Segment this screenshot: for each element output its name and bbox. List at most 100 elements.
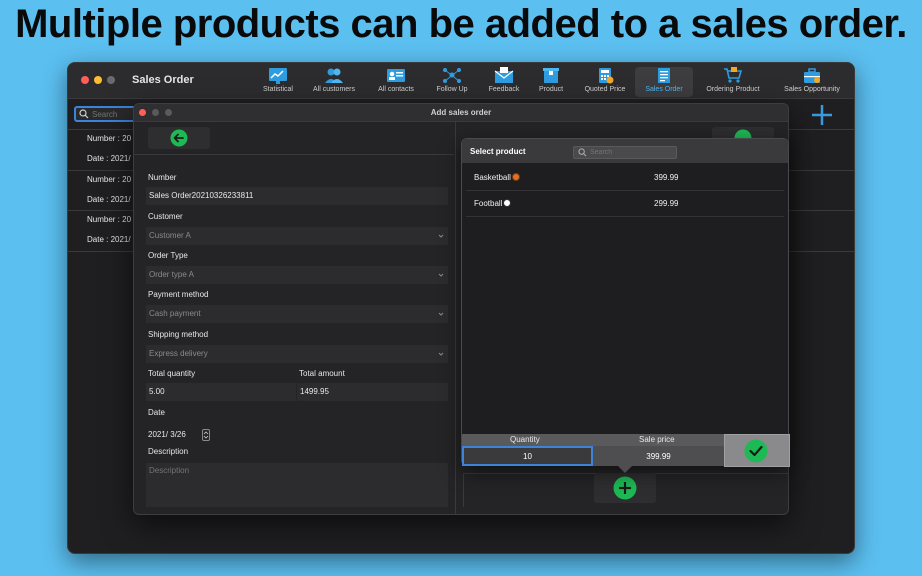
sale-price-label: Sale price — [639, 435, 675, 444]
customer-select[interactable]: Customer A — [146, 227, 448, 245]
sale-price-input[interactable] — [593, 446, 724, 466]
add-product-button[interactable] — [594, 473, 656, 503]
quantity-input[interactable] — [462, 446, 593, 466]
chevron-down-icon — [438, 312, 444, 316]
toolbar-label: Feedback — [488, 86, 520, 93]
toolbar-label: Quoted Price — [584, 86, 626, 93]
customers-icon — [325, 68, 343, 83]
add-order-button[interactable] — [810, 103, 834, 127]
popover-title: Select product — [470, 147, 526, 156]
select-product-popover: Select product Basketball 399.99 Footbal… — [461, 138, 790, 473]
toolbar-quoted-price[interactable]: Quoted Price — [580, 67, 630, 97]
toolbar-sales-order[interactable]: Sales Order — [635, 67, 693, 97]
toolbar-label: Product — [538, 86, 564, 93]
product-name: Basketball — [474, 173, 520, 182]
shipping-method-label: Shipping method — [148, 330, 209, 339]
chevron-down-icon — [438, 234, 444, 238]
total-quantity-label: Total quantity — [148, 369, 196, 378]
contacts-icon — [387, 69, 405, 82]
toolbar-product[interactable]: Product — [534, 67, 568, 97]
headline: Multiple products can be added to a sale… — [15, 2, 907, 46]
date-stepper[interactable] — [202, 429, 210, 441]
popover-pointer — [618, 466, 632, 473]
feedback-icon — [494, 67, 514, 83]
search-icon — [578, 148, 587, 157]
chevron-down-icon — [438, 273, 444, 277]
product-search-input[interactable] — [590, 147, 670, 158]
stepper-arrows-icon — [203, 431, 209, 439]
total-amount-field[interactable]: 1499.95 — [297, 383, 448, 401]
divider — [134, 154, 454, 155]
product-price: 399.99 — [654, 173, 679, 182]
payment-method-value: Cash payment — [149, 309, 201, 318]
toolbar-statistical[interactable]: Statistical — [256, 67, 300, 97]
zoom-window-button[interactable] — [107, 76, 115, 84]
chart-icon — [269, 68, 287, 84]
order-type-label: Order Type — [148, 251, 188, 260]
total-amount-label: Total amount — [299, 369, 345, 378]
confirm-product-button[interactable] — [724, 434, 790, 467]
payment-method-select[interactable]: Cash payment — [146, 305, 448, 323]
order-number[interactable]: Number : 20 — [68, 129, 138, 149]
product-search-field[interactable] — [573, 146, 677, 159]
toolbar-label: Sales Opportunity — [784, 86, 840, 93]
add-window-title: Add sales order — [430, 108, 492, 117]
shipping-method-select[interactable]: Express delivery — [146, 345, 448, 363]
back-arrow-icon — [170, 129, 188, 147]
payment-method-label: Payment method — [148, 290, 209, 299]
order-type-select[interactable]: Order type A — [146, 266, 448, 284]
divider — [455, 122, 456, 514]
quantity-label: Quantity — [510, 435, 540, 444]
description-textarea[interactable] — [146, 463, 448, 507]
date-label: Date — [148, 408, 165, 417]
briefcase-icon — [804, 68, 820, 83]
product-icon — [543, 68, 559, 83]
shipping-method-value: Express delivery — [149, 349, 208, 358]
soccer-ball-icon — [503, 199, 512, 207]
toolbar-follow-up[interactable]: Follow Up — [432, 67, 472, 97]
sales-order-icon — [658, 68, 670, 83]
customer-label: Customer — [148, 212, 183, 221]
main-titlebar: Sales Order Statistical All customers Al… — [68, 63, 854, 99]
close-window-button[interactable] — [81, 76, 89, 84]
order-date[interactable]: Date : 2021/ — [68, 190, 138, 210]
order-number[interactable]: Number : 20 — [68, 170, 138, 190]
total-quantity-field[interactable]: 5.00 — [146, 383, 296, 401]
popover-header: Select product — [462, 139, 788, 163]
plus-circle-icon — [613, 476, 637, 500]
toolbar-label: Follow Up — [436, 86, 468, 93]
toolbar-label: All customers — [312, 86, 355, 93]
toolbar-label: Statistical — [263, 86, 293, 93]
customer-value: Customer A — [149, 231, 191, 240]
toolbar-label: Sales Order — [645, 86, 683, 93]
toolbar-label: All contacts — [378, 86, 414, 93]
minimize-window-button[interactable] — [94, 76, 102, 84]
toolbar-sales-opportunity[interactable]: Sales Opportunity — [780, 67, 844, 97]
product-price: 299.99 — [654, 199, 679, 208]
quantity-price-header: Quantity Sale price — [462, 434, 724, 446]
search-icon — [79, 109, 89, 119]
chevron-down-icon — [438, 352, 444, 356]
calculator-icon — [599, 68, 614, 84]
product-row[interactable]: Football 299.99 — [466, 191, 784, 217]
follow-up-icon — [443, 68, 461, 83]
product-row[interactable]: Basketball 399.99 — [466, 165, 784, 191]
window-title: Sales Order — [132, 74, 194, 86]
toolbar-ordering-product[interactable]: Ordering Product — [700, 67, 766, 97]
description-label: Description — [148, 447, 189, 456]
order-type-value: Order type A — [149, 270, 194, 279]
number-label: Number — [148, 173, 177, 182]
toolbar-feedback[interactable]: Feedback — [484, 67, 524, 97]
toolbar-all-contacts[interactable]: All contacts — [374, 67, 418, 97]
check-icon — [744, 439, 768, 463]
order-number[interactable]: Number : 20 — [68, 210, 138, 230]
basketball-icon — [511, 173, 520, 181]
product-name: Football — [474, 199, 512, 208]
order-date[interactable]: Date : 2021/ — [68, 149, 138, 169]
toolbar-all-customers[interactable]: All customers — [310, 67, 358, 97]
back-button[interactable] — [148, 127, 210, 149]
add-window-titlebar: Add sales order — [134, 104, 788, 122]
number-field[interactable]: Sales Order20210326233811 — [146, 187, 448, 205]
date-picker[interactable]: 2021/ 3/26 — [146, 428, 210, 442]
order-date[interactable]: Date : 2021/ — [68, 230, 138, 250]
